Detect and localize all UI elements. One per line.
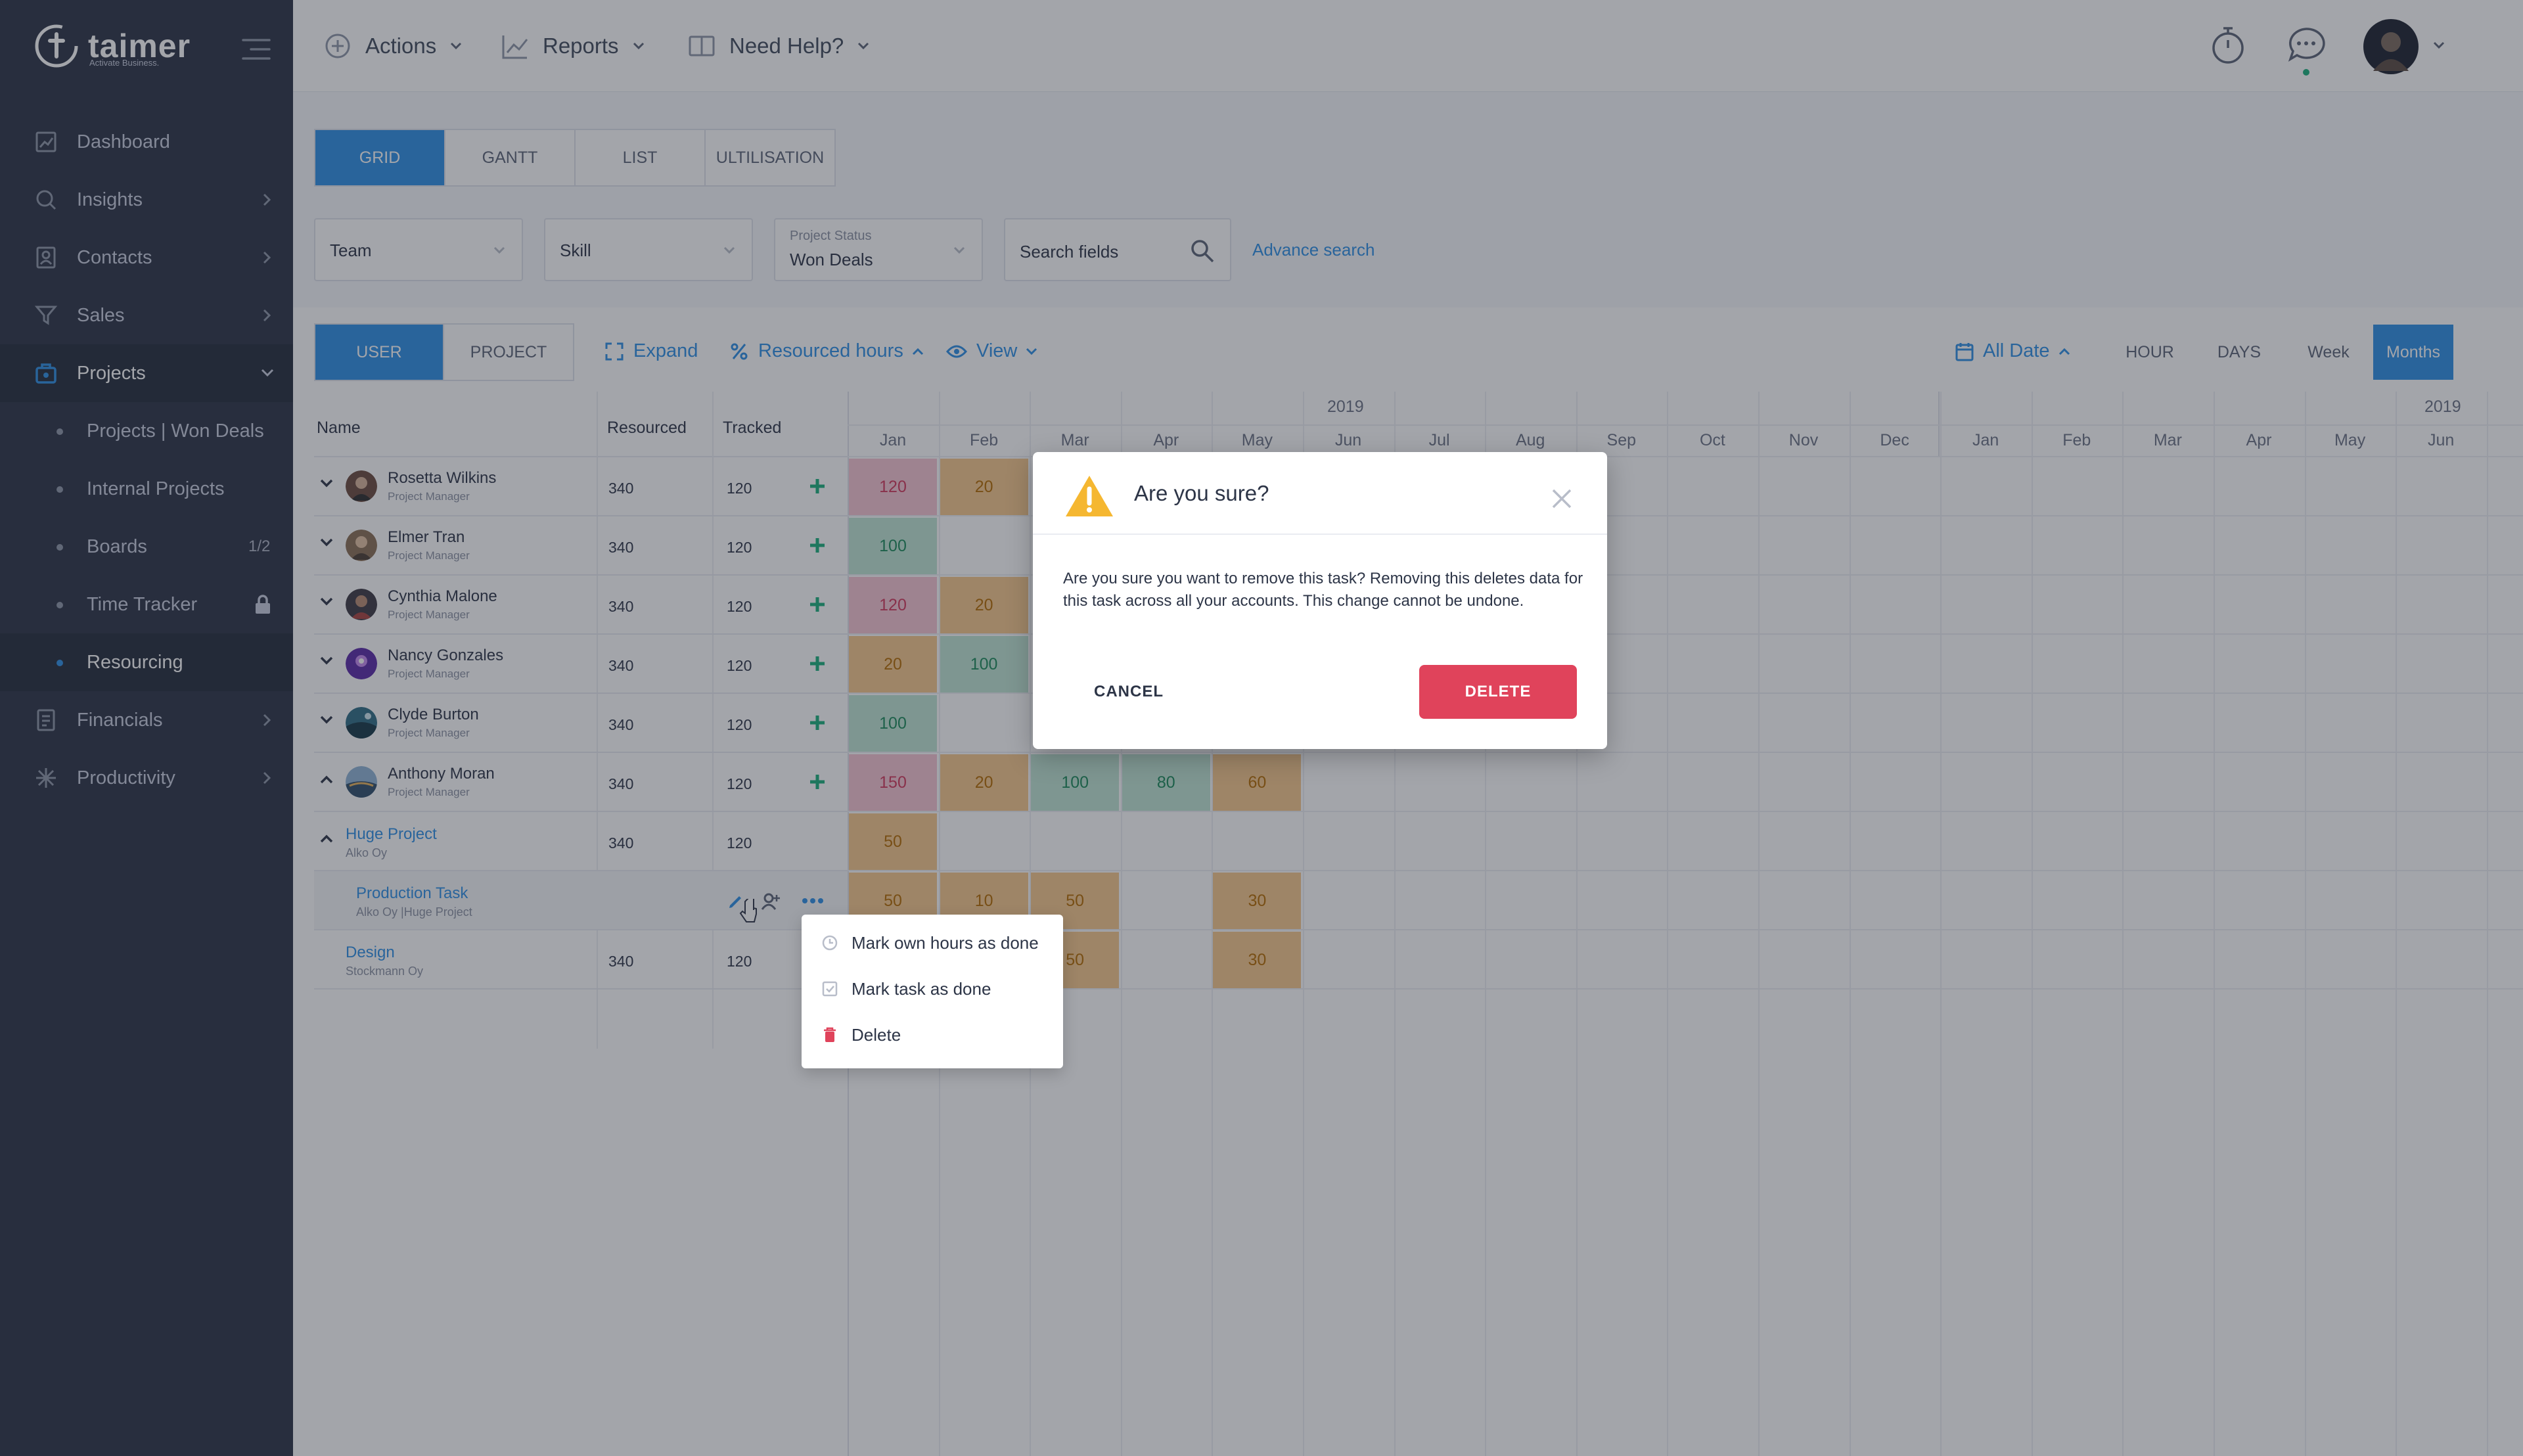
confirm-delete-dialog: Are you sure? Are you sure you want to r… xyxy=(1033,452,1607,749)
trash-icon xyxy=(824,1027,836,1042)
menu-item-mark-task-done[interactable]: Mark task as done xyxy=(821,972,991,1005)
clock-icon xyxy=(822,935,838,951)
menu-item-label: Delete xyxy=(852,1024,901,1045)
menu-item-delete[interactable]: Delete xyxy=(821,1018,901,1051)
task-context-menu: Mark own hours as done Mark task as done… xyxy=(802,915,1063,1068)
menu-item-mark-own-hours-done[interactable]: Mark own hours as done xyxy=(821,926,1039,959)
warning-icon xyxy=(1066,476,1113,516)
menu-item-label: Mark task as done xyxy=(852,978,991,999)
cancel-button[interactable]: CANCEL xyxy=(1063,665,1194,719)
dialog-header: Are you sure? xyxy=(1033,452,1607,535)
close-icon[interactable] xyxy=(1551,488,1573,510)
checkbox-icon xyxy=(822,981,838,997)
dialog-message: Are you sure you want to remove this tas… xyxy=(1063,570,1583,610)
delete-button[interactable]: DELETE xyxy=(1419,665,1577,719)
dialog-title: Are you sure? xyxy=(1134,481,1269,505)
menu-item-label: Mark own hours as done xyxy=(852,932,1039,953)
